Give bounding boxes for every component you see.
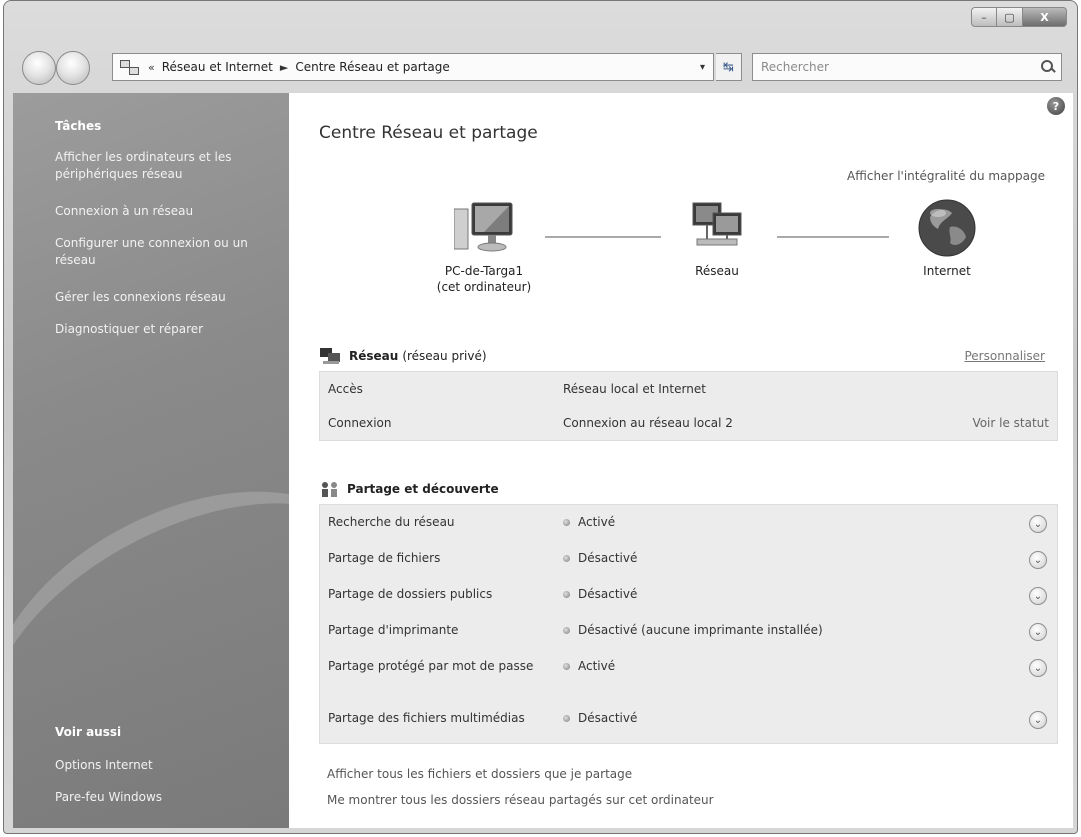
sidebar-link-diagnose-repair[interactable]: Diagnostiquer et réparer — [55, 321, 270, 338]
map-connection-line — [545, 236, 661, 238]
breadcrumb-network-center[interactable]: Centre Réseau et partage — [295, 60, 449, 74]
sharing-row: Partage protégé par mot de passe Activé … — [320, 659, 1057, 693]
sharing-row: Partage des fichiers multimédias Désacti… — [320, 711, 1057, 731]
address-bar[interactable]: « Réseau et Internet ► Centre Réseau et … — [112, 53, 714, 81]
show-shared-files-link[interactable]: Afficher tous les fichiers et dossiers q… — [327, 767, 632, 781]
sidebar-link-setup-connection[interactable]: Configurer une connexion ou un réseau — [55, 235, 270, 269]
sidebar-link-view-computers[interactable]: Afficher les ordinateurs et les périphér… — [55, 149, 270, 183]
expand-button[interactable]: ⌄ — [1029, 623, 1047, 641]
network-label: Réseau — [695, 264, 739, 278]
network-section-header: Réseau (réseau privé) — [319, 347, 487, 365]
sidebar-link-manage-connections[interactable]: Gérer les connexions réseau — [55, 289, 270, 306]
expand-button[interactable]: ⌄ — [1029, 659, 1047, 677]
breadcrumb-separator-icon[interactable]: ► — [280, 61, 288, 74]
row-label: Partage de fichiers — [328, 551, 441, 565]
status-text: Désactivé (aucune imprimante installée) — [578, 623, 823, 637]
map-connection-line — [777, 236, 889, 238]
row-label: Partage de dossiers publics — [328, 587, 493, 601]
sharing-title: Partage et découverte — [347, 482, 499, 496]
row-value: Désactivé — [563, 711, 637, 725]
map-node-computer[interactable]: PC-de-Targa1 (cet ordinateur) — [409, 201, 559, 295]
computer-name: PC-de-Targa1 — [444, 264, 524, 278]
status-dot-icon — [563, 590, 570, 598]
status-text: Désactivé — [578, 587, 638, 601]
sidebar-tasks-heading: Tâches — [55, 119, 102, 133]
search-input[interactable]: Rechercher — [752, 53, 1062, 81]
customize-link[interactable]: Personnaliser — [964, 349, 1045, 363]
search-icon[interactable] — [1041, 60, 1055, 74]
network-name: Réseau — [349, 349, 399, 363]
sharing-row: Recherche du réseau Activé ⌄ — [320, 515, 1057, 535]
network-type: (réseau privé) — [402, 349, 487, 363]
sidebar-see-also-heading: Voir aussi — [55, 725, 122, 739]
row-label: Partage protégé par mot de passe — [328, 659, 534, 673]
status-dot-icon — [563, 518, 570, 526]
network-details-panel: Accès Réseau local et Internet Connexion… — [319, 371, 1058, 441]
close-button[interactable]: X — [1023, 7, 1067, 27]
map-node-network[interactable]: Réseau — [667, 201, 767, 279]
minimize-button[interactable]: – — [971, 7, 997, 27]
row-value: Désactivé (aucune imprimante installée) — [563, 623, 823, 637]
main-content: ? Centre Réseau et partage Afficher l'in… — [289, 93, 1073, 828]
navigation-row: « Réseau et Internet ► Centre Réseau et … — [4, 45, 1077, 85]
expand-button[interactable]: ⌄ — [1029, 711, 1047, 729]
network-folder-icon — [119, 59, 141, 75]
view-status-link[interactable]: Voir le statut — [972, 416, 1049, 430]
status-text: Activé — [578, 659, 616, 673]
status-text: Désactivé — [578, 711, 638, 725]
sharing-icon — [322, 482, 337, 497]
row-value: Désactivé — [563, 551, 637, 565]
expand-button[interactable]: ⌄ — [1029, 515, 1047, 533]
status-dot-icon — [563, 662, 570, 670]
network-icon — [320, 348, 340, 364]
row-label: Partage d'imprimante — [328, 623, 459, 637]
sharing-row: Partage d'imprimante Désactivé (aucune i… — [320, 623, 1057, 643]
page-title: Centre Réseau et partage — [319, 123, 538, 143]
search-placeholder: Rechercher — [761, 60, 829, 74]
breadcrumb-network-internet[interactable]: Réseau et Internet — [162, 60, 273, 74]
sidebar-link-internet-options[interactable]: Options Internet — [55, 757, 270, 774]
row-value[interactable]: Connexion au réseau local 2 — [563, 416, 733, 430]
internet-label: Internet — [923, 264, 971, 278]
back-button[interactable] — [22, 51, 56, 85]
status-dot-icon — [563, 714, 570, 722]
help-icon[interactable]: ? — [1047, 97, 1065, 115]
show-shared-folders-link[interactable]: Me montrer tous les dossiers réseau part… — [327, 793, 714, 807]
map-node-internet[interactable]: Internet — [897, 197, 997, 279]
forward-button[interactable] — [56, 51, 90, 85]
globe-icon — [918, 199, 976, 257]
refresh-button[interactable]: ↹ — [716, 53, 742, 81]
row-label: Recherche du réseau — [328, 515, 455, 529]
title-bar: – ▢ X — [4, 1, 1077, 41]
expand-button[interactable]: ⌄ — [1029, 551, 1047, 569]
sharing-row: Partage de dossiers publics Désactivé ⌄ — [320, 587, 1057, 607]
sidebar: Tâches Afficher les ordinateurs et les p… — [13, 93, 289, 828]
row-value: Activé — [563, 659, 615, 673]
row-label: Partage des fichiers multimédias — [328, 711, 525, 725]
expand-button[interactable]: ⌄ — [1029, 587, 1047, 605]
computer-subtitle: (cet ordinateur) — [436, 280, 532, 294]
maximize-button[interactable]: ▢ — [997, 7, 1023, 27]
status-dot-icon — [563, 554, 570, 562]
network-icon — [692, 202, 742, 246]
status-text: Désactivé — [578, 551, 638, 565]
sharing-panel: Recherche du réseau Activé ⌄ Partage de … — [319, 504, 1058, 744]
computer-icon — [453, 202, 513, 252]
row-label: Accès — [328, 382, 363, 396]
sharing-row: Partage de fichiers Désactivé ⌄ — [320, 551, 1057, 571]
full-map-link[interactable]: Afficher l'intégralité du mappage — [847, 169, 1045, 183]
breadcrumb-overflow-icon[interactable]: « — [148, 61, 155, 74]
window: – ▢ X « Réseau et Internet ► Centre Rése… — [3, 0, 1078, 834]
row-label: Connexion — [328, 416, 392, 430]
sidebar-link-windows-firewall[interactable]: Pare-feu Windows — [55, 789, 270, 806]
caption-buttons: – ▢ X — [971, 7, 1067, 27]
sidebar-link-connect-network[interactable]: Connexion à un réseau — [55, 203, 270, 220]
row-value: Activé — [563, 515, 615, 529]
row-value: Réseau local et Internet — [563, 382, 706, 396]
sharing-section-header: Partage et découverte — [319, 480, 503, 498]
address-dropdown-icon[interactable]: ▾ — [700, 62, 705, 73]
status-dot-icon — [563, 626, 570, 634]
row-value: Désactivé — [563, 587, 637, 601]
status-text: Activé — [578, 515, 616, 529]
